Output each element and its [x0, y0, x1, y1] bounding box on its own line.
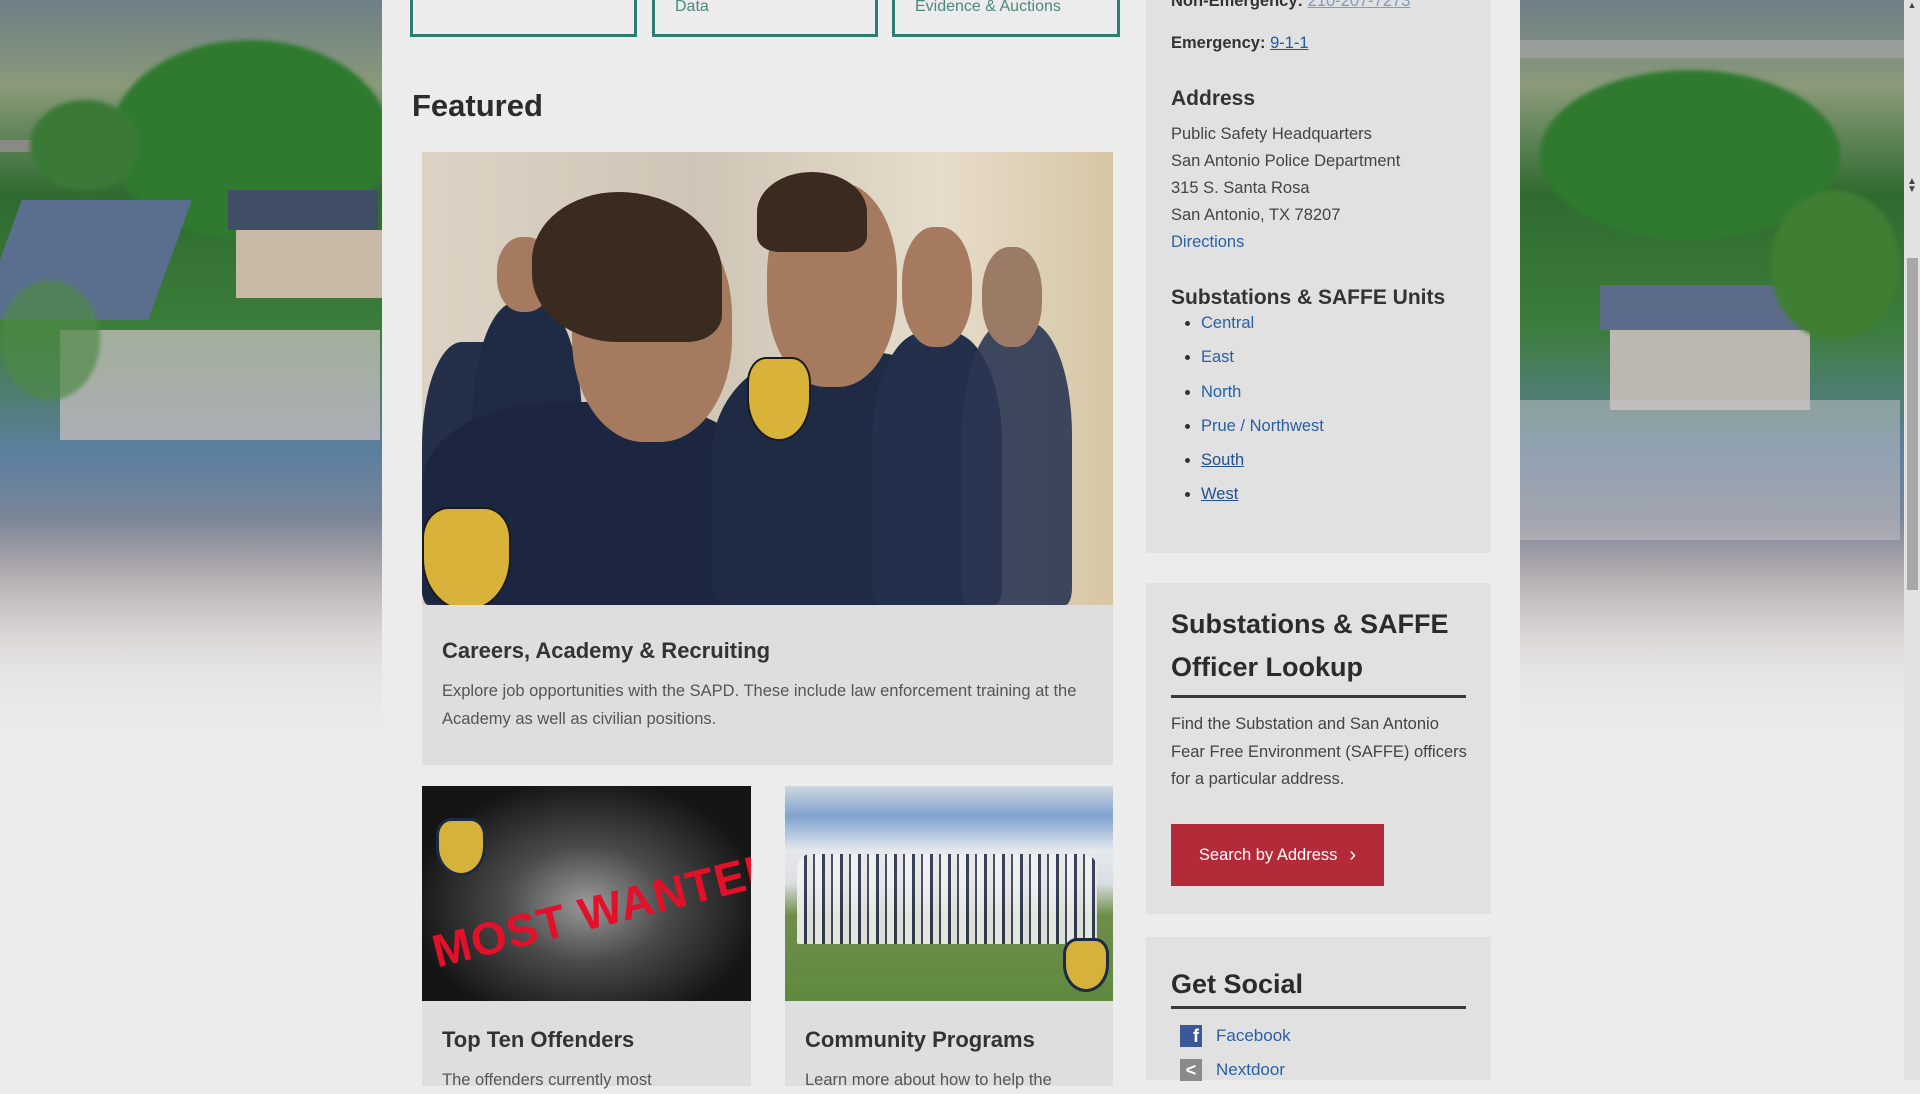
- scroll-thumb[interactable]: [1907, 258, 1918, 590]
- search-by-address-button[interactable]: Search by Address ›: [1171, 824, 1384, 886]
- card-description: Learn more about how to help the: [805, 1071, 1052, 1089]
- sapd-badge-icon: [436, 818, 486, 876]
- officer-lookup-description: Find the Substation and San Antonio Fear…: [1171, 715, 1467, 788]
- list-item: East: [1201, 348, 1324, 382]
- substation-link-west[interactable]: West: [1201, 485, 1238, 503]
- quick-link-card-data[interactable]: Data: [652, 0, 878, 37]
- quick-link-card[interactable]: [410, 0, 637, 37]
- substation-link-prue-northwest[interactable]: Prue / Northwest: [1201, 417, 1324, 435]
- address-heading: Address: [1171, 87, 1256, 110]
- quick-link-label: Data: [675, 0, 709, 15]
- careers-photo: [422, 152, 1113, 605]
- featured-heading: Featured: [412, 88, 543, 123]
- sapd-badge-icon: [1063, 938, 1109, 992]
- group-photo-crowd: [797, 854, 1097, 944]
- directions-link[interactable]: Directions: [1171, 233, 1244, 252]
- list-item: West: [1201, 485, 1324, 519]
- social-link-nextdoor[interactable]: < Nextdoor: [1180, 1059, 1285, 1081]
- substation-link-east[interactable]: East: [1201, 348, 1234, 366]
- list-item: North: [1201, 383, 1324, 417]
- page-scrollbar[interactable]: ▲ ▲ ▼: [1904, 0, 1920, 1080]
- card-title: Community Programs: [805, 1027, 1035, 1052]
- substation-link-south[interactable]: South: [1201, 451, 1244, 469]
- list-item: Central: [1201, 314, 1324, 348]
- background-photo-right: [1520, 0, 1904, 1080]
- community-programs-photo: [785, 786, 1113, 1001]
- nextdoor-icon: <: [1180, 1059, 1202, 1081]
- substations-list: Central East North Prue / Northwest Sout…: [1171, 314, 1324, 520]
- list-item: South: [1201, 451, 1324, 485]
- address-line: Public Safety Headquarters: [1171, 125, 1372, 143]
- background-photo-left: [0, 0, 382, 1080]
- substations-heading: Substations & SAFFE Units: [1171, 286, 1446, 309]
- emergency-label: Emergency:: [1171, 34, 1266, 52]
- search-by-address-label: Search by Address: [1198, 845, 1338, 864]
- get-social-panel: Get Social f Facebook < Nextdoor: [1146, 937, 1491, 1081]
- quick-link-label: Evidence & Auctions: [915, 0, 1061, 15]
- non-emergency-line: Non-Emergency: 210-207-7273: [1171, 0, 1410, 11]
- address-line: San Antonio Police Department: [1171, 152, 1401, 170]
- address-line: San Antonio, TX 78207: [1171, 206, 1341, 224]
- list-item: Prue / Northwest: [1201, 417, 1324, 451]
- social-link-label: Nextdoor: [1216, 1060, 1285, 1079]
- most-wanted-image: MOST WANTED: [422, 786, 751, 1001]
- featured-card-careers[interactable]: Careers, Academy & Recruiting Explore jo…: [422, 152, 1113, 765]
- chevron-right-icon: ›: [1349, 843, 1357, 866]
- card-title: Careers, Academy & Recruiting: [442, 638, 771, 663]
- officer-lookup-title: Substations & SAFFE Officer Lookup: [1171, 603, 1466, 698]
- get-social-title: Get Social: [1171, 969, 1466, 1009]
- card-title: Top Ten Offenders: [442, 1027, 635, 1052]
- scroll-up-arrow-icon[interactable]: ▲: [1904, 0, 1920, 10]
- address-line: 315 S. Santa Rosa: [1171, 179, 1310, 197]
- non-emergency-phone-link[interactable]: 210-207-7273: [1308, 0, 1411, 10]
- social-link-facebook[interactable]: f Facebook: [1180, 1025, 1291, 1047]
- card-description: The offenders currently most: [442, 1071, 652, 1089]
- emergency-phone-link[interactable]: 9-1-1: [1270, 34, 1309, 52]
- substation-link-north[interactable]: North: [1201, 383, 1241, 401]
- contact-panel: Non-Emergency: 210-207-7273 Emergency: 9…: [1146, 0, 1491, 553]
- facebook-icon: f: [1180, 1025, 1202, 1047]
- quick-link-card-evidence-auctions[interactable]: Evidence & Auctions: [892, 0, 1120, 37]
- featured-card-community-programs[interactable]: Community Programs Learn more about how …: [785, 786, 1113, 1089]
- officer-lookup-panel: Substations & SAFFE Officer Lookup Find …: [1146, 583, 1491, 914]
- emergency-line: Emergency: 9-1-1: [1171, 34, 1309, 53]
- featured-card-top-ten-offenders[interactable]: MOST WANTED Top Ten Offenders The offend…: [422, 786, 751, 1089]
- social-link-label: Facebook: [1216, 1026, 1291, 1045]
- scroll-autoscroll-icon: ▲ ▼: [1907, 176, 1917, 195]
- non-emergency-label: Non-Emergency:: [1171, 0, 1304, 10]
- card-description: Explore job opportunities with the SAPD.…: [442, 682, 1077, 728]
- substation-link-central[interactable]: Central: [1201, 314, 1254, 332]
